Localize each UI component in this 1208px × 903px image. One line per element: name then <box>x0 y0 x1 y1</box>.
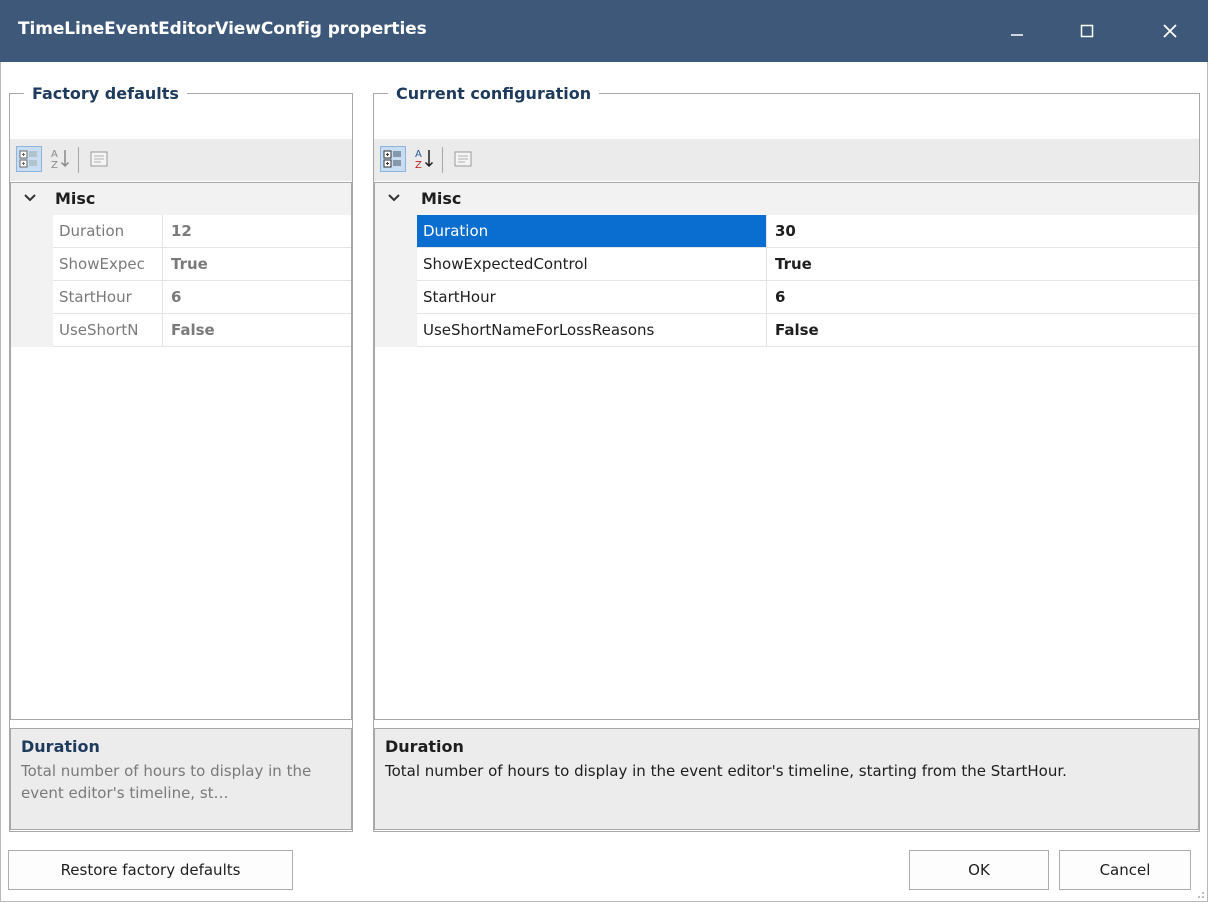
property-name: StartHour <box>53 281 163 313</box>
categorized-icon <box>19 150 37 168</box>
property-name: ShowExpectedControl <box>417 248 767 280</box>
property-name: StartHour <box>417 281 767 313</box>
factory-defaults-property-grid: Misc Duration 12 ShowExpec True StartHou… <box>10 182 352 720</box>
current-configuration-property-grid: Misc Duration 30 ShowExpectedControl Tru… <box>374 182 1199 720</box>
current-configuration-description-panel: Duration Total number of hours to displa… <box>374 728 1199 830</box>
current-configuration-group: Current configuration A Z Misc Duration … <box>373 84 1200 832</box>
description-text: Total number of hours to display in the … <box>21 762 312 802</box>
property-value: 12 <box>171 222 192 240</box>
property-value: 6 <box>171 288 182 306</box>
minimize-button[interactable] <box>982 0 1052 62</box>
row-gutter <box>375 215 417 347</box>
property-row[interactable]: ShowExpec True <box>53 248 351 281</box>
property-value: False <box>171 321 215 339</box>
resize-grip-icon[interactable] <box>1195 889 1205 899</box>
property-pages-icon <box>454 151 472 167</box>
property-row[interactable]: ShowExpectedControl True <box>417 248 1198 281</box>
property-name: UseShortNameForLossReasons <box>417 314 767 346</box>
alphabetical-sort-icon: A Z <box>51 149 70 171</box>
restore-factory-defaults-button[interactable]: Restore factory defaults <box>8 850 293 890</box>
cancel-button[interactable]: Cancel <box>1059 850 1191 890</box>
property-row-selected[interactable]: Duration 30 <box>417 215 1198 248</box>
property-name: Duration <box>53 215 163 247</box>
ok-button[interactable]: OK <box>909 850 1049 890</box>
close-icon <box>1163 24 1177 38</box>
minimize-icon <box>1011 34 1023 36</box>
property-name: ShowExpec <box>53 248 163 280</box>
property-value[interactable]: True <box>767 248 1198 280</box>
factory-defaults-description-panel: Duration Total number of hours to displa… <box>10 728 352 830</box>
alphabetical-button[interactable]: A Z <box>412 146 438 172</box>
svg-text:A: A <box>51 149 58 160</box>
property-row[interactable]: UseShortNameForLossReasons False <box>417 314 1198 347</box>
svg-text:Z: Z <box>415 160 422 171</box>
property-value: True <box>171 255 208 273</box>
current-configuration-toolbar: A Z <box>374 139 1199 181</box>
property-row[interactable]: UseShortN False <box>53 314 351 347</box>
description-text: Total number of hours to display in the … <box>385 762 1067 780</box>
toolbar-separator <box>78 147 79 173</box>
dialog-body: Factory defaults A Z Misc Duration 12 Sh… <box>0 62 1208 902</box>
factory-defaults-toolbar: A Z <box>10 139 352 181</box>
category-label: Misc <box>421 189 462 208</box>
svg-text:A: A <box>415 149 422 160</box>
categorized-icon <box>383 150 401 168</box>
property-value[interactable]: 30 <box>767 215 1198 247</box>
close-button[interactable] <box>1135 0 1205 62</box>
window-title: TimeLineEventEditorViewConfig properties <box>18 19 427 39</box>
toolbar-separator <box>442 147 443 173</box>
svg-text:Z: Z <box>51 160 58 171</box>
title-bar: TimeLineEventEditorViewConfig properties <box>0 0 1208 62</box>
category-label: Misc <box>55 189 96 208</box>
alphabetical-button[interactable]: A Z <box>48 146 74 172</box>
categorized-button[interactable] <box>380 146 406 172</box>
categorized-button[interactable] <box>16 146 42 172</box>
description-title: Duration <box>385 737 464 756</box>
property-pages-icon <box>90 151 108 167</box>
current-configuration-legend: Current configuration <box>396 84 592 103</box>
property-row[interactable]: StartHour 6 <box>417 281 1198 314</box>
property-name: UseShortN <box>53 314 163 346</box>
category-row-misc[interactable]: Misc <box>375 183 1198 215</box>
property-row[interactable]: StartHour 6 <box>53 281 351 314</box>
property-value[interactable]: 6 <box>767 281 1198 313</box>
maximize-button[interactable] <box>1052 0 1122 62</box>
property-pages-button[interactable] <box>450 146 476 172</box>
factory-defaults-legend: Factory defaults <box>32 84 179 103</box>
alphabetical-sort-icon: A Z <box>415 149 434 171</box>
property-value[interactable]: False <box>767 314 1198 346</box>
factory-defaults-group: Factory defaults A Z Misc Duration 12 Sh… <box>9 84 353 832</box>
maximize-icon <box>1080 24 1094 38</box>
property-pages-button[interactable] <box>86 146 112 172</box>
property-row[interactable]: Duration 12 <box>53 215 351 248</box>
category-row-misc[interactable]: Misc <box>11 183 351 215</box>
row-gutter <box>11 215 53 347</box>
property-name: Duration <box>417 215 767 247</box>
chevron-down-icon[interactable] <box>23 191 37 205</box>
description-title: Duration <box>21 737 100 756</box>
chevron-down-icon[interactable] <box>387 191 401 205</box>
